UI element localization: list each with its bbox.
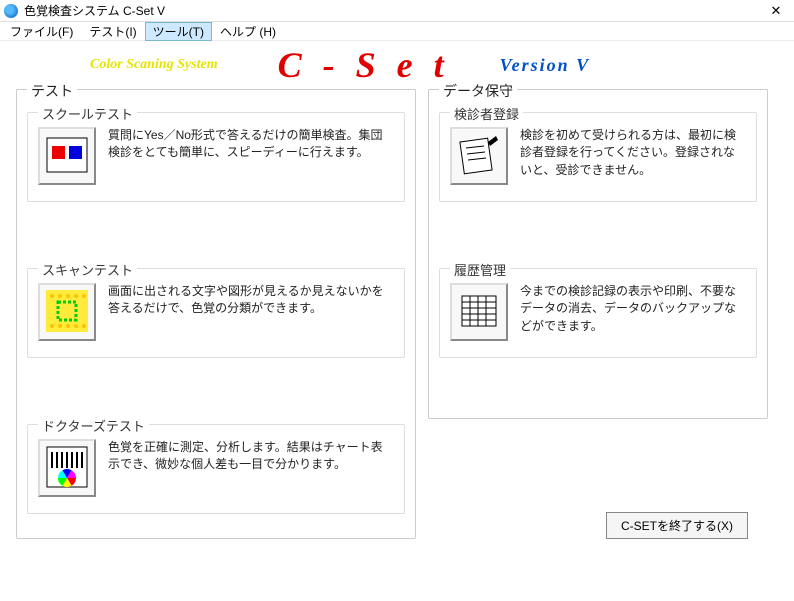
doctor-test-legend: ドクターズテスト: [38, 416, 149, 435]
exit-row: C-SETを終了する(X): [428, 502, 768, 539]
group-data-legend: データ保守: [439, 81, 517, 101]
scan-test-button[interactable]: [38, 283, 96, 341]
content: テスト スクールテスト 質問にYes／No形式で答えるだけの簡単検査。集団検診を…: [0, 89, 794, 539]
register-icon: [456, 132, 502, 181]
register-button[interactable]: [450, 127, 508, 185]
subgroup-register: 検診者登録 検診を初めて受けられる方は、最初に検診者登録を行ってください。登録さ…: [439, 112, 757, 202]
system-name: Color Scaning System: [90, 57, 218, 73]
history-desc: 今までの検診記録の表示や印刷、不要なデータの消去、データのバックアップなどができ…: [520, 283, 746, 335]
subgroup-scan-test: スキャンテスト 画面に出される文字や図形が見えるか見えないかを答えるだけで、色覚…: [27, 268, 405, 358]
exit-button[interactable]: C-SETを終了する(X): [606, 512, 748, 539]
register-desc: 検診を初めて受けられる方は、最初に検診者登録を行ってください。登録されないと、受…: [520, 127, 746, 179]
menu-help[interactable]: ヘルプ (H): [212, 22, 284, 41]
history-button[interactable]: [450, 283, 508, 341]
history-legend: 履歴管理: [450, 260, 510, 279]
menubar: ファイル(F) テスト(I) ツール(T) ヘルプ (H): [0, 22, 794, 41]
titlebar: 色覚検査システム C-Set V ✕: [0, 0, 794, 22]
group-test-legend: テスト: [27, 81, 77, 101]
version-label: Version V: [500, 55, 591, 76]
window-title: 色覚検査システム C-Set V: [24, 2, 762, 19]
history-table-icon: [456, 288, 502, 337]
menu-test[interactable]: テスト(I): [81, 22, 144, 41]
scan-test-legend: スキャンテスト: [38, 260, 137, 279]
scan-test-desc: 画面に出される文字や図形が見えるか見えないかを答えるだけで、色覚の分類ができます…: [108, 283, 394, 318]
close-button[interactable]: ✕: [762, 2, 790, 20]
subgroup-doctor-test: ドクターズテスト: [27, 424, 405, 514]
doctor-test-desc: 色覚を正確に測定、分析します。結果はチャート表示でき、微妙な個人差も一目で分かり…: [108, 439, 394, 474]
school-test-icon: [44, 132, 90, 181]
exit-button-label: C-SETを終了する(X): [621, 519, 733, 533]
register-legend: 検診者登録: [450, 104, 523, 123]
school-test-legend: スクールテスト: [38, 104, 137, 123]
doctor-test-button[interactable]: [38, 439, 96, 497]
scan-test-icon: [44, 288, 90, 337]
doctor-test-icon: [44, 444, 90, 493]
app-icon: [4, 4, 18, 18]
group-data-maintenance: データ保守 検診者登録 検診を初めて受けられる方は、最初: [428, 89, 768, 419]
school-test-button[interactable]: [38, 127, 96, 185]
menu-file[interactable]: ファイル(F): [2, 22, 81, 41]
school-test-desc: 質問にYes／No形式で答えるだけの簡単検査。集団検診をとても簡単に、スピーディ…: [108, 127, 394, 162]
group-test: テスト スクールテスト 質問にYes／No形式で答えるだけの簡単検査。集団検診を…: [16, 89, 416, 539]
app-logo-text: C - S e t: [278, 44, 450, 86]
menu-tool[interactable]: ツール(T): [145, 22, 212, 41]
banner: Color Scaning System C - S e t Version V: [0, 41, 794, 89]
subgroup-history: 履歴管理 今までの検診記録の表示や印刷、不要なデータの消去、データのバックアップ…: [439, 268, 757, 358]
subgroup-school-test: スクールテスト 質問にYes／No形式で答えるだけの簡単検査。集団検診をとても簡…: [27, 112, 405, 202]
